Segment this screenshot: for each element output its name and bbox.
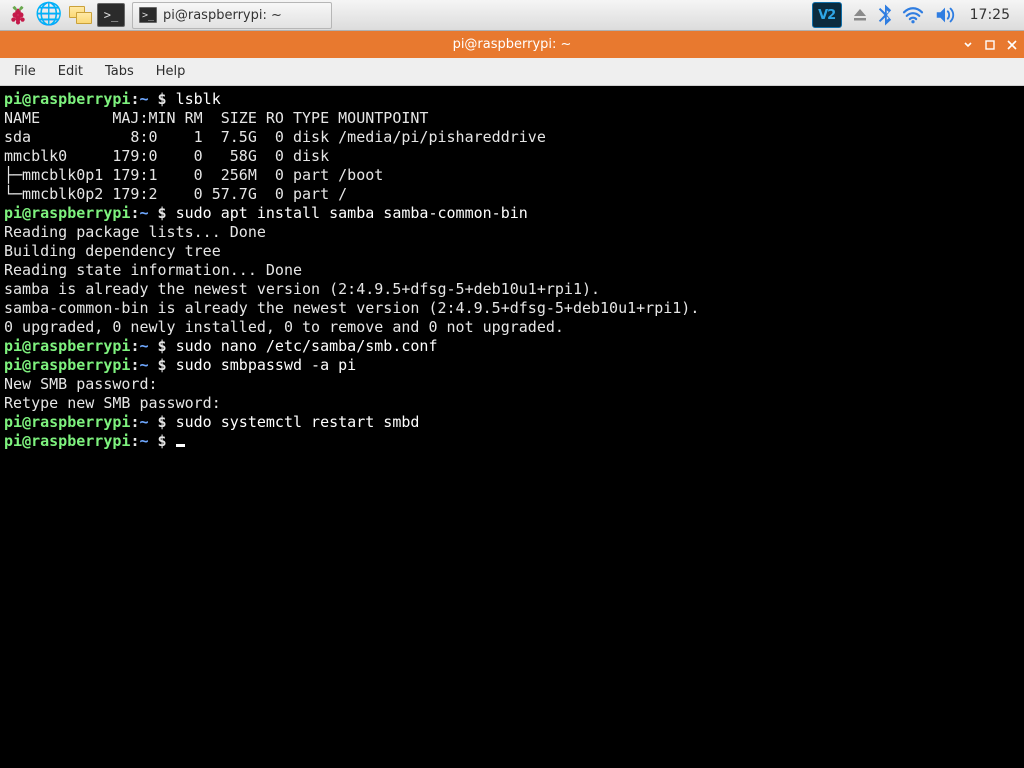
terminal-line: pi@raspberrypi:~ $ sudo systemctl restar… <box>4 413 1020 432</box>
menu-edit[interactable]: Edit <box>48 61 93 82</box>
bluetooth-icon[interactable] <box>878 4 892 26</box>
system-tray: V2 17:25 <box>806 2 1020 28</box>
terminal-line: samba-common-bin is already the newest v… <box>4 299 1020 318</box>
wifi-icon[interactable] <box>902 6 924 24</box>
terminal-line: └─mmcblk0p2 179:2 0 57.7G 0 part / <box>4 185 1020 204</box>
window-titlebar[interactable]: pi@raspberrypi: ~ <box>0 31 1024 58</box>
terminal-line: Building dependency tree <box>4 242 1020 261</box>
terminal-line: pi@raspberrypi:~ $ lsblk <box>4 90 1020 109</box>
terminal-line: 0 upgraded, 0 newly installed, 0 to remo… <box>4 318 1020 337</box>
eject-media-icon[interactable] <box>852 7 868 23</box>
terminal-line: ├─mmcblk0p1 179:1 0 256M 0 part /boot <box>4 166 1020 185</box>
terminal-line: pi@raspberrypi:~ $ sudo nano /etc/samba/… <box>4 337 1020 356</box>
clock[interactable]: 17:25 <box>966 7 1014 23</box>
terminal-line: sda 8:0 1 7.5G 0 disk /media/pi/pishared… <box>4 128 1020 147</box>
window-maximize-button[interactable] <box>982 37 998 53</box>
terminal-prompt: pi@raspberrypi:~ $ <box>4 432 1020 451</box>
menu-file[interactable]: File <box>4 61 46 82</box>
web-browser-icon[interactable]: 🌐 <box>35 2 63 29</box>
terminal-line: Reading package lists... Done <box>4 223 1020 242</box>
window-minimize-button[interactable] <box>960 37 976 53</box>
volume-icon[interactable] <box>934 5 956 25</box>
terminal-line: NAME MAJ:MIN RM SIZE RO TYPE MOUNTPOINT <box>4 109 1020 128</box>
terminal-launcher-icon[interactable]: >_ <box>97 2 125 29</box>
terminal-line: Retype new SMB password: <box>4 394 1020 413</box>
terminal-line: New SMB password: <box>4 375 1020 394</box>
terminal-output[interactable]: pi@raspberrypi:~ $ lsblkNAME MAJ:MIN RM … <box>0 86 1024 768</box>
terminal-line: mmcblk0 179:0 0 58G 0 disk <box>4 147 1020 166</box>
terminal-line: pi@raspberrypi:~ $ sudo smbpasswd -a pi <box>4 356 1020 375</box>
taskbar-window-tab[interactable]: >_ pi@raspberrypi: ~ <box>132 2 332 29</box>
window-close-button[interactable] <box>1004 37 1020 53</box>
desktop-taskbar: 🌐 >_ >_ pi@raspberrypi: ~ V2 17:25 <box>0 0 1024 31</box>
terminal-line: samba is already the newest version (2:4… <box>4 280 1020 299</box>
raspberry-menu-icon[interactable] <box>4 2 32 29</box>
terminal-icon: >_ <box>139 7 157 23</box>
window-title: pi@raspberrypi: ~ <box>453 37 572 52</box>
terminal-line: pi@raspberrypi:~ $ sudo apt install samb… <box>4 204 1020 223</box>
menu-tabs[interactable]: Tabs <box>95 61 144 82</box>
file-manager-icon[interactable] <box>66 2 94 29</box>
terminal-menubar: File Edit Tabs Help <box>0 58 1024 86</box>
taskbar-tab-label: pi@raspberrypi: ~ <box>163 8 282 23</box>
terminal-line: Reading state information... Done <box>4 261 1020 280</box>
vnc-server-icon[interactable]: V2 <box>812 2 842 28</box>
menu-help[interactable]: Help <box>146 61 196 82</box>
